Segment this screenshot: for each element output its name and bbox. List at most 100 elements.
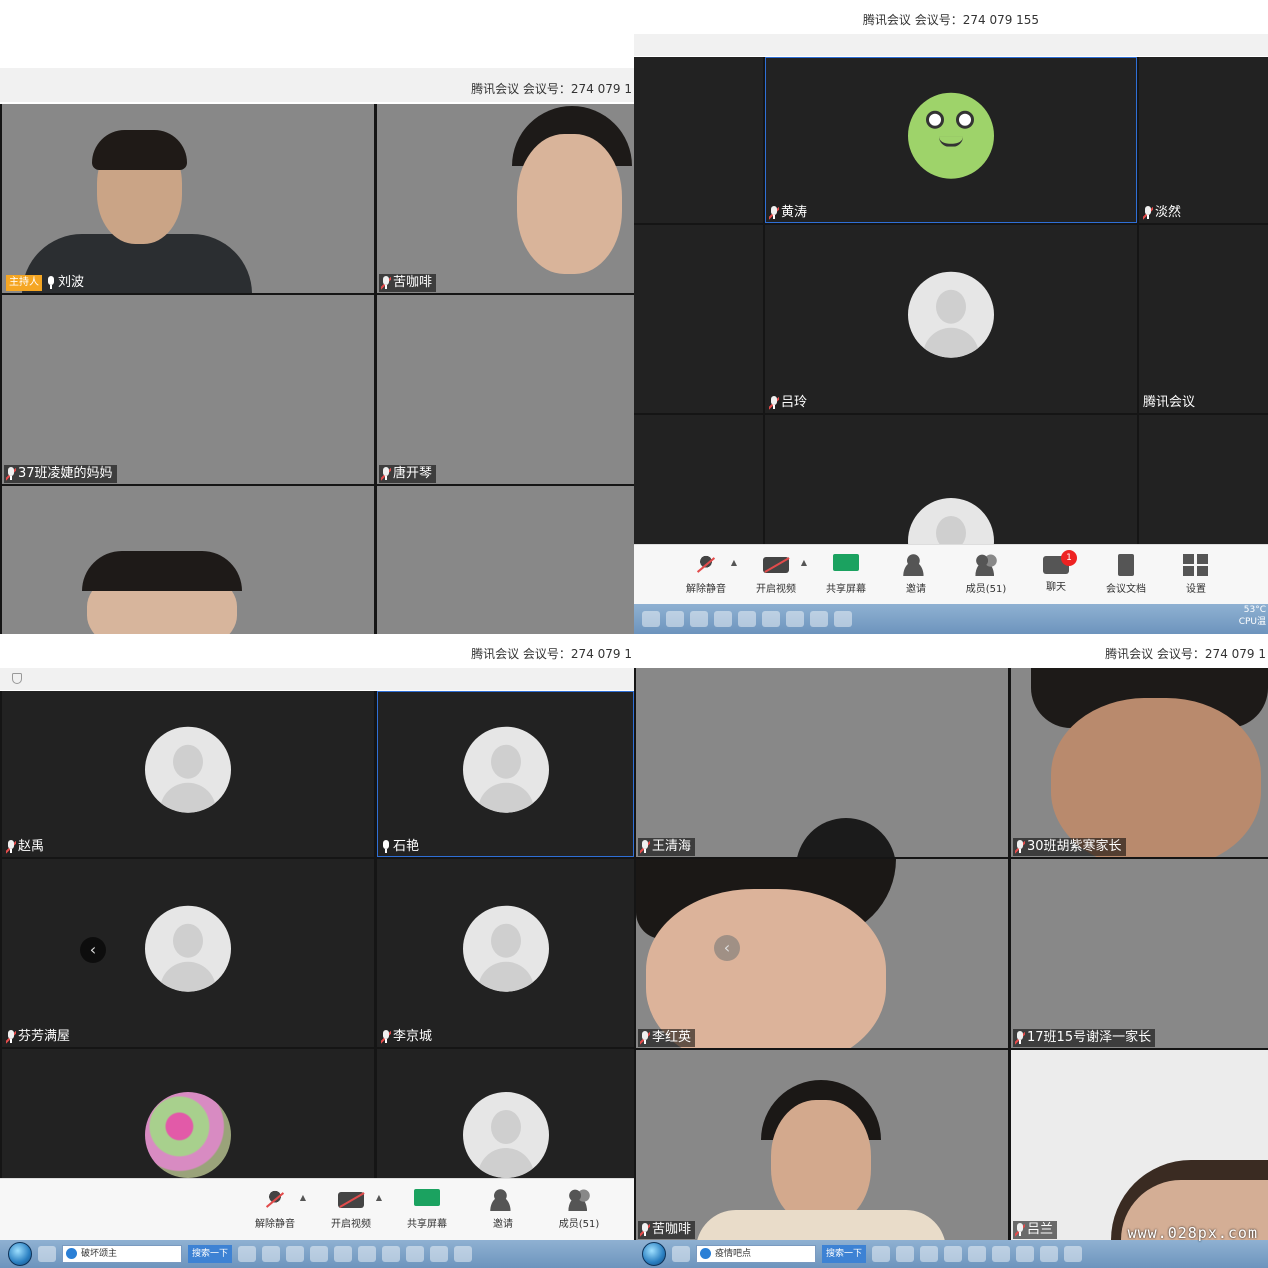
app-icon[interactable] xyxy=(920,1246,939,1262)
tencent-meeting-icon[interactable] xyxy=(810,611,828,627)
search-input[interactable]: 破坏颂主 xyxy=(62,1245,182,1263)
chrome-icon[interactable] xyxy=(666,611,684,627)
start-orb-icon[interactable] xyxy=(642,1242,666,1266)
app-icon[interactable] xyxy=(286,1246,305,1262)
video-tile[interactable]: 唐开琴 xyxy=(377,295,634,484)
tencent-meeting-icon[interactable] xyxy=(406,1246,425,1262)
video-tile[interactable]: 主持人 刘波 xyxy=(2,104,374,293)
members-button[interactable]: 成员(51) xyxy=(951,554,1021,595)
tencent-meeting-icon[interactable] xyxy=(1040,1246,1059,1262)
mic-muted-icon xyxy=(1143,206,1153,220)
app-icon[interactable] xyxy=(944,1246,963,1262)
share-screen-icon xyxy=(833,554,859,571)
video-tile[interactable]: ‹ 李红英 xyxy=(636,859,1008,1048)
video-tile[interactable]: 腾讯会议 xyxy=(1139,225,1268,413)
video-tile[interactable]: 李京城 xyxy=(377,859,634,1047)
video-tile[interactable]: 37班凌婕的妈妈 xyxy=(2,295,374,484)
settings-button[interactable]: 设置 xyxy=(1161,554,1231,595)
app-icon[interactable] xyxy=(968,1246,987,1262)
participant-hair xyxy=(82,551,242,591)
video-tile[interactable] xyxy=(2,1049,374,1178)
meeting-toolbar: 解除静音 ▲ 开启视频 ▲ 共享屏幕 邀请 成员(51) 1 聊天 会议文档 设… xyxy=(634,544,1268,604)
chevron-left-icon[interactable]: ‹ xyxy=(714,935,740,961)
caret-up-icon[interactable]: ▲ xyxy=(300,1193,306,1202)
video-tile[interactable]: 黄涛 xyxy=(765,57,1137,223)
docs-label: 会议文档 xyxy=(1106,584,1146,595)
invite-button[interactable]: 邀请 xyxy=(468,1189,538,1230)
wechat-icon[interactable] xyxy=(1016,1246,1035,1262)
search-input[interactable]: 疫情吧点 xyxy=(696,1245,816,1263)
video-tile[interactable]: 苦咖啡 xyxy=(377,104,634,293)
video-tile[interactable] xyxy=(377,1049,634,1178)
start-video-button[interactable]: 开启视频 ▲ xyxy=(316,1189,386,1230)
video-tile[interactable]: ‹ 芬芳满屋 xyxy=(2,859,374,1047)
video-tile[interactable]: 王清海 xyxy=(636,668,1008,857)
participant-face xyxy=(646,889,886,1048)
share-screen-button[interactable]: 共享屏幕 xyxy=(811,554,881,595)
app-icon[interactable] xyxy=(310,1246,329,1262)
participant-label: 吕兰 xyxy=(1013,1221,1058,1239)
unmute-button[interactable]: 解除静音 ▲ xyxy=(671,554,741,595)
media-player-icon[interactable] xyxy=(762,611,780,627)
start-orb-icon[interactable] xyxy=(8,1242,32,1266)
video-tile[interactable] xyxy=(2,486,374,634)
ie-icon[interactable] xyxy=(238,1246,257,1262)
app-icon[interactable] xyxy=(738,611,756,627)
search-button[interactable]: 搜索一下 xyxy=(188,1245,233,1263)
video-tile[interactable] xyxy=(634,415,763,544)
unmute-button[interactable]: 解除静音 ▲ xyxy=(240,1189,310,1230)
app-icon[interactable] xyxy=(834,611,852,627)
video-tile[interactable] xyxy=(1139,415,1268,544)
participant-label: 王清海 xyxy=(638,838,696,856)
caret-up-icon[interactable]: ▲ xyxy=(376,1193,382,1202)
caret-up-icon[interactable]: ▲ xyxy=(731,558,737,567)
video-tile[interactable]: 30班胡紫寒家长 xyxy=(1011,668,1268,857)
media-player-icon[interactable] xyxy=(358,1246,377,1262)
participant-label: 淡然 xyxy=(1141,204,1185,222)
media-player-icon[interactable] xyxy=(992,1246,1011,1262)
video-tile[interactable] xyxy=(634,57,763,223)
start-video-button[interactable]: 开启视频 ▲ xyxy=(741,554,811,595)
app-icon[interactable] xyxy=(38,1246,56,1262)
ie-icon[interactable] xyxy=(642,611,660,627)
app-icon[interactable] xyxy=(1064,1246,1083,1262)
share-screen-button[interactable]: 共享屏幕 xyxy=(392,1189,462,1230)
video-tile[interactable] xyxy=(634,225,763,413)
chrome-icon[interactable] xyxy=(896,1246,915,1262)
app-icon[interactable] xyxy=(430,1246,449,1262)
video-tile[interactable]: 石艳 xyxy=(377,691,634,857)
participant-name: 苦咖啡 xyxy=(652,1222,692,1237)
video-tile[interactable]: 吕玲 xyxy=(765,225,1137,413)
invite-label: 邀请 xyxy=(906,584,926,595)
video-tile[interactable]: 苦咖啡 xyxy=(636,1050,1008,1240)
app-icon[interactable] xyxy=(690,611,708,627)
participant-label: 赵禹 xyxy=(4,838,48,856)
caret-up-icon[interactable]: ▲ xyxy=(801,558,807,567)
ie-icon[interactable] xyxy=(872,1246,891,1262)
video-tile[interactable]: 吕兰 xyxy=(1011,1050,1268,1240)
chat-button[interactable]: 1 聊天 xyxy=(1021,550,1091,593)
app-icon[interactable] xyxy=(714,611,732,627)
participant-name: 30班胡紫寒家长 xyxy=(1027,839,1122,854)
video-tile[interactable]: 17班15号谢泽一家长 xyxy=(1011,859,1268,1048)
chevron-left-icon[interactable]: ‹ xyxy=(80,937,106,963)
video-grid: 黄涛 淡然 吕玲 腾讯会议 xyxy=(634,57,1268,544)
mic-off-icon xyxy=(693,554,719,576)
search-button[interactable]: 搜索一下 xyxy=(822,1245,867,1263)
cpu-temp-value: 53°C xyxy=(1243,605,1266,615)
app-icon[interactable] xyxy=(672,1246,690,1262)
docs-button[interactable]: 会议文档 xyxy=(1091,554,1161,595)
app-icon[interactable] xyxy=(454,1246,473,1262)
invite-button[interactable]: 邀请 xyxy=(881,554,951,595)
wechat-icon[interactable] xyxy=(382,1246,401,1262)
title-band xyxy=(0,668,634,690)
members-button[interactable]: 成员(51) xyxy=(544,1189,614,1230)
video-tile[interactable]: 赵禹 xyxy=(2,691,374,857)
chrome-icon[interactable] xyxy=(262,1246,281,1262)
video-tile[interactable]: 淡然 xyxy=(1139,57,1268,223)
video-tile[interactable] xyxy=(765,415,1137,544)
app-icon[interactable] xyxy=(334,1246,353,1262)
video-tile[interactable] xyxy=(377,486,634,634)
wechat-icon[interactable] xyxy=(786,611,804,627)
participant-face xyxy=(517,134,622,274)
